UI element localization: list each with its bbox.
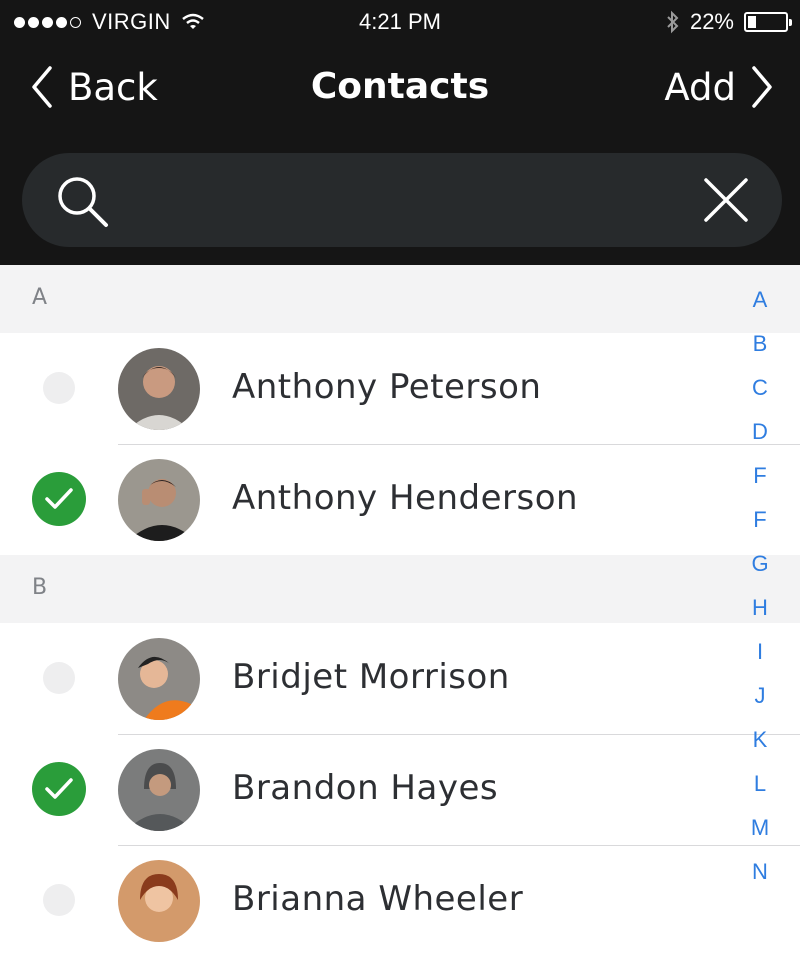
index-letter[interactable]: G [740, 546, 780, 590]
status-bar: VIRGIN 4:21 PM 22% [0, 0, 800, 45]
search-icon [58, 177, 108, 227]
index-letter[interactable]: D [740, 414, 780, 458]
contact-row[interactable]: Bridjet Morrison [0, 623, 800, 734]
index-letter[interactable]: A [740, 282, 780, 326]
index-letter[interactable]: K [740, 722, 780, 766]
section-header-b: B [0, 555, 800, 623]
battery-icon [744, 12, 792, 32]
index-letter[interactable]: I [740, 634, 780, 678]
battery-percent: 22% [689, 9, 734, 34]
search-area [0, 135, 800, 265]
contact-name: Brandon Hayes [232, 768, 499, 808]
add-button[interactable]: Add [664, 65, 774, 109]
avatar [118, 860, 200, 942]
index-letter[interactable]: N [740, 854, 780, 898]
contact-name: Anthony Henderson [232, 478, 579, 518]
bluetooth-icon [667, 10, 679, 34]
contact-row[interactable]: Anthony Henderson [0, 444, 800, 555]
selection-circle[interactable] [43, 884, 75, 916]
selection-circle[interactable] [43, 372, 75, 404]
contact-row[interactable]: Brandon Hayes [0, 734, 800, 845]
index-letter[interactable]: F [740, 458, 780, 502]
contact-name: Bridjet Morrison [232, 657, 510, 697]
alphabet-index[interactable]: A B C D F F G H I J K L M N [740, 282, 780, 898]
contact-name: Brianna Wheeler [232, 879, 524, 919]
index-letter[interactable]: H [740, 590, 780, 634]
close-icon[interactable] [702, 176, 750, 224]
avatar [118, 459, 200, 541]
search-input[interactable] [122, 175, 686, 227]
add-label: Add [664, 65, 736, 109]
index-letter[interactable]: F [740, 502, 780, 546]
index-letter[interactable]: L [740, 766, 780, 810]
section-header-a: A [0, 265, 800, 333]
contact-row[interactable]: Brianna Wheeler [0, 845, 800, 956]
selection-checkmark[interactable] [32, 762, 86, 816]
checkmark-icon [45, 778, 73, 799]
contact-list: A Anthony Peterson Anthony Henderson B B… [0, 265, 800, 956]
avatar [118, 749, 200, 831]
avatar [118, 638, 200, 720]
index-letter[interactable]: M [740, 810, 780, 854]
checkmark-icon [45, 488, 73, 509]
contact-name: Anthony Peterson [232, 367, 542, 407]
index-letter[interactable]: B [740, 326, 780, 370]
chevron-right-icon [752, 66, 772, 108]
index-letter[interactable]: J [740, 678, 780, 722]
search-bar [22, 153, 782, 247]
selection-checkmark[interactable] [32, 472, 86, 526]
selection-circle[interactable] [43, 662, 75, 694]
contact-row[interactable]: Anthony Peterson [0, 333, 800, 444]
battery-level [748, 16, 756, 28]
index-letter[interactable]: C [740, 370, 780, 414]
avatar [118, 348, 200, 430]
nav-bar: Back Contacts Add [0, 45, 800, 135]
